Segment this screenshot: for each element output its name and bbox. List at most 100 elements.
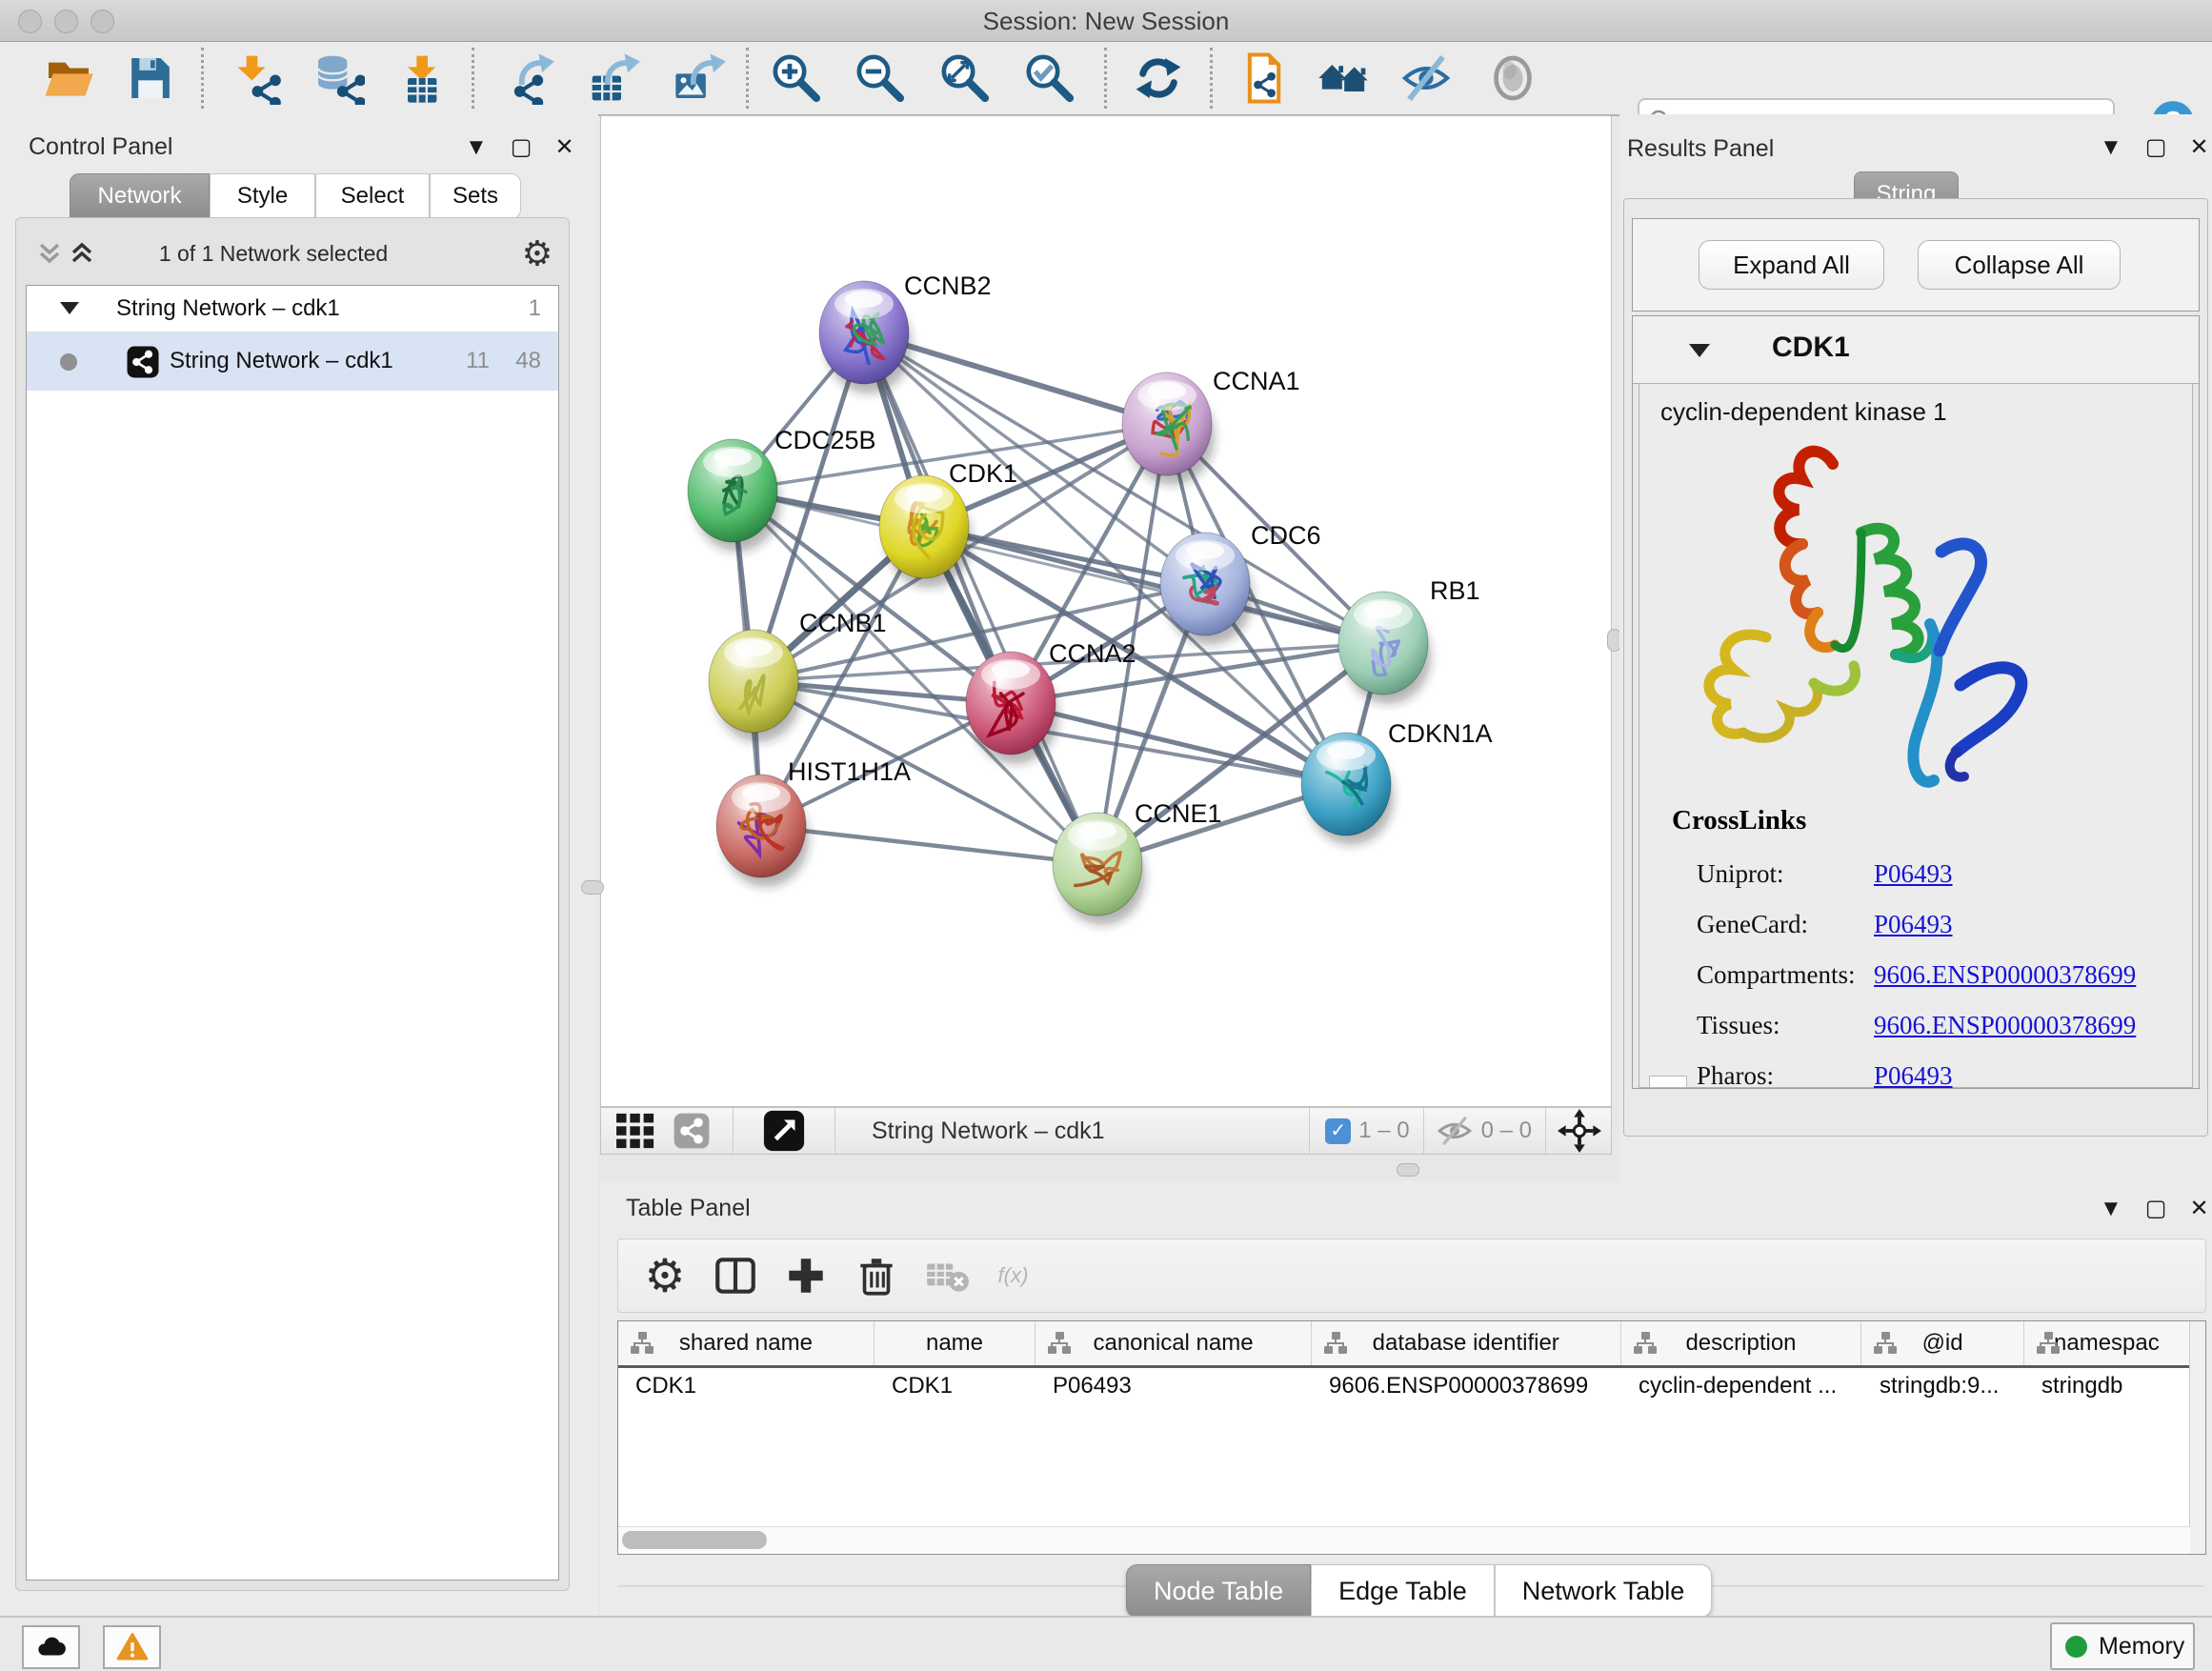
- create-column-plus-icon[interactable]: [782, 1252, 830, 1299]
- undock-panel-icon[interactable]: ▢: [2145, 1195, 2167, 1222]
- undock-panel-icon[interactable]: ▢: [511, 133, 533, 161]
- node-label-CCNA2: CCNA2: [1049, 639, 1136, 668]
- selected-counts: 1 – 0: [1358, 1117, 1409, 1144]
- collapse-all-button[interactable]: Collapse All: [1918, 240, 2121, 290]
- crosslink-link[interactable]: P06493: [1874, 1061, 1953, 1091]
- undock-panel-icon[interactable]: ▢: [2145, 133, 2167, 161]
- home-icon[interactable]: [1317, 51, 1370, 105]
- left-splitter-handle[interactable]: [581, 880, 604, 895]
- column-header--id[interactable]: @id: [1861, 1321, 2023, 1365]
- column-header-database-identifier[interactable]: database identifier: [1312, 1321, 1621, 1365]
- network-options-gear-icon[interactable]: ⚙: [519, 235, 555, 272]
- table-cell[interactable]: P06493: [1036, 1368, 1312, 1404]
- node-CDC6[interactable]: CDC6: [1160, 521, 1321, 645]
- import-network-icon[interactable]: [229, 51, 282, 105]
- tab-network-table[interactable]: Network Table: [1495, 1564, 1713, 1618]
- crosslink-label: GeneCard:: [1697, 910, 1874, 939]
- hide-graphics-details-icon[interactable]: [1399, 51, 1453, 105]
- edge-HIST1H1A-CCNE1[interactable]: [761, 826, 1097, 864]
- tab-edge-table[interactable]: Edge Table: [1311, 1564, 1495, 1618]
- zoom-fit-icon[interactable]: [938, 51, 992, 105]
- export-image-icon[interactable]: [674, 51, 727, 105]
- cdk1-section-header[interactable]: CDK1: [1633, 316, 2199, 384]
- import-table-icon[interactable]: [394, 51, 448, 105]
- column-header-shared-name[interactable]: shared name: [618, 1321, 875, 1365]
- tab-network[interactable]: Network: [70, 173, 210, 219]
- zoom-in-icon[interactable]: [770, 51, 823, 105]
- toolbar-separator: [472, 48, 474, 109]
- bottom-splitter-handle[interactable]: [1397, 1163, 1419, 1177]
- zoom-out-icon[interactable]: [854, 51, 907, 105]
- close-panel-icon[interactable]: ✕: [2189, 1195, 2208, 1222]
- table-cell[interactable]: 9606.ENSP00000378699: [1312, 1368, 1621, 1404]
- results-panel: Results Panel ▼ ▢ ✕ String Expand All Co…: [1619, 114, 2212, 1181]
- table-row[interactable]: CDK1CDK1P064939606.ENSP00000378699cyclin…: [618, 1368, 2190, 1404]
- network-row-selected[interactable]: String Network – cdk1 11 48: [27, 332, 558, 391]
- tab-sets[interactable]: Sets: [430, 173, 521, 219]
- node-CCNA2[interactable]: CCNA2: [966, 639, 1136, 764]
- crosslink-link[interactable]: P06493: [1874, 859, 1953, 889]
- node-label-CDKN1A: CDKN1A: [1388, 719, 1493, 748]
- node-HIST1H1A[interactable]: HIST1H1A: [716, 757, 911, 887]
- network-collection-row[interactable]: String Network – cdk1 1: [27, 286, 558, 332]
- vertical-scrollbar[interactable]: [2189, 1321, 2205, 1554]
- import-database-icon[interactable]: [312, 51, 365, 105]
- column-header-namespac[interactable]: namespac: [2024, 1321, 2190, 1365]
- crosslink-label: Uniprot:: [1697, 859, 1874, 889]
- cdk1-section-content: cyclin-dependent kinase 1 CrossLinks Uni…: [1639, 383, 2193, 1088]
- warning-icon: [116, 1631, 149, 1663]
- float-panel-icon[interactable]: ▼: [2100, 1196, 2122, 1222]
- zoom-selected-icon[interactable]: [1023, 51, 1076, 105]
- column-header-description[interactable]: description: [1621, 1321, 1862, 1365]
- show-column-panel-icon[interactable]: [712, 1252, 759, 1299]
- save-icon[interactable]: [124, 51, 177, 105]
- control-panel: Control Panel ▼ ▢ ✕ NetworkStyleSelectSe…: [0, 114, 598, 1616]
- warnings-button[interactable]: [103, 1625, 161, 1669]
- table-cell[interactable]: CDK1: [618, 1368, 875, 1404]
- network-canvas[interactable]: CCNB2 CCNA1 CDC25B CDK1 CDC6 RB1: [600, 115, 1612, 1107]
- tab-select[interactable]: Select: [315, 173, 430, 219]
- memory-button[interactable]: Memory: [2050, 1622, 2195, 1670]
- table-header-row: shared namenamecanonical namedatabase id…: [618, 1321, 2190, 1368]
- first-neighbors-icon[interactable]: [1237, 51, 1291, 105]
- float-panel-icon[interactable]: ▼: [465, 134, 488, 161]
- close-panel-icon[interactable]: ✕: [554, 133, 573, 161]
- network-node-count: 11: [466, 348, 490, 374]
- column-header-name[interactable]: name: [875, 1321, 1036, 1365]
- export-network-icon[interactable]: [502, 51, 555, 105]
- crosslink-link[interactable]: P06493: [1874, 910, 1953, 939]
- node-label-CCNA1: CCNA1: [1213, 367, 1300, 395]
- cloud-button[interactable]: [22, 1625, 80, 1669]
- export-table-icon[interactable]: [588, 51, 641, 105]
- node-CDKN1A[interactable]: CDKN1A: [1301, 719, 1493, 845]
- table-cell[interactable]: stringdb: [2024, 1368, 2190, 1404]
- mini-scrollbar[interactable]: [1649, 1076, 1687, 1088]
- node-CCNB2[interactable]: CCNB2: [819, 272, 992, 393]
- fit-content-move-icon[interactable]: [1558, 1109, 1601, 1153]
- table-cell[interactable]: stringdb:9...: [1862, 1368, 2024, 1404]
- table-options-gear-icon[interactable]: ⚙: [641, 1252, 689, 1299]
- birds-eye-view-icon[interactable]: [762, 1109, 806, 1153]
- show-graphics-details-icon[interactable]: [1486, 51, 1539, 105]
- table-cell[interactable]: CDK1: [875, 1368, 1036, 1404]
- node-CDC25B[interactable]: CDC25B: [688, 426, 876, 552]
- delete-column-trash-icon[interactable]: [853, 1252, 900, 1299]
- column-header-canonical-name[interactable]: canonical name: [1036, 1321, 1312, 1365]
- table-cell[interactable]: cyclin-dependent ...: [1621, 1368, 1862, 1404]
- node-CCNE1[interactable]: CCNE1: [1053, 799, 1222, 925]
- network-badge-icon[interactable]: [672, 1111, 712, 1151]
- crosslink-link[interactable]: 9606.ENSP00000378699: [1874, 1011, 2136, 1040]
- tab-style[interactable]: Style: [210, 173, 315, 219]
- selected-checkbox[interactable]: ✓: [1325, 1118, 1351, 1144]
- horizontal-scrollbar[interactable]: [618, 1526, 2190, 1554]
- node-RB1[interactable]: RB1: [1338, 576, 1480, 704]
- close-panel-icon[interactable]: ✕: [2189, 133, 2208, 161]
- refresh-icon[interactable]: [1132, 51, 1185, 105]
- expand-all-button[interactable]: Expand All: [1699, 240, 1884, 290]
- float-panel-icon[interactable]: ▼: [2100, 134, 2122, 161]
- tab-node-table[interactable]: Node Table: [1126, 1564, 1311, 1618]
- network-collection-label: String Network – cdk1: [116, 295, 340, 322]
- open-folder-icon[interactable]: [42, 51, 95, 105]
- grid-view-icon[interactable]: [614, 1112, 658, 1150]
- crosslink-link[interactable]: 9606.ENSP00000378699: [1874, 960, 2136, 990]
